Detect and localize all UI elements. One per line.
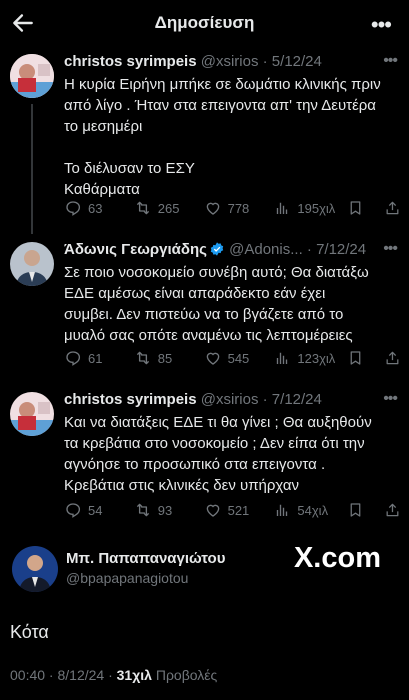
repost-count: 265 xyxy=(157,200,180,216)
repost-icon xyxy=(136,503,149,517)
views-count: 195χιλ xyxy=(297,200,336,216)
repost-button[interactable]: 85 xyxy=(134,349,204,367)
reply-icon xyxy=(66,351,81,366)
like-count: 521 xyxy=(227,502,250,518)
author-handle[interactable]: @Adonis... xyxy=(229,241,303,258)
reply-button[interactable]: 54 xyxy=(64,501,134,519)
more-options-icon[interactable]: ••• xyxy=(371,12,392,38)
views-chart-icon xyxy=(277,352,288,364)
repost-count: 93 xyxy=(157,502,173,518)
views-count: 31χιλ xyxy=(116,667,152,683)
tweet-text-line: συμβει. Δεν πιστεύω να το βγάζετε από το xyxy=(64,306,344,323)
tweet-text-line: Το διέλυσαν το ΕΣΥ xyxy=(64,160,195,177)
heart-icon xyxy=(206,202,219,215)
post-time[interactable]: 00:40 · 8/12/24 · xyxy=(10,667,117,683)
tweet-1[interactable]: christos syrimpeis @xsirios · 5/12/24 ••… xyxy=(0,46,409,234)
heart-icon xyxy=(206,352,219,365)
more-options-icon[interactable]: ••• xyxy=(383,240,398,258)
post-date[interactable]: · 7/12/24 xyxy=(307,241,366,258)
author-name[interactable]: christos syrimpeis xyxy=(64,391,197,408)
more-options-icon[interactable]: ••• xyxy=(383,52,398,70)
bookmark-icon[interactable] xyxy=(347,199,364,217)
thread-line xyxy=(31,104,33,234)
tweet-text-line: τα κρεβάτια στο νοσοκομείο ; Δεν είπα ότ… xyxy=(64,435,365,452)
reply-count: 63 xyxy=(88,200,103,216)
tweet-text-line: ΕΔΕ αμέσως είναι απαράδεκτο εάν έχει xyxy=(64,285,326,302)
tweet-text: Και να διατάξεις ΕΔΕ τι θα γίνει ; Θα αυ… xyxy=(64,412,397,496)
repost-icon xyxy=(136,351,149,365)
tweet-text-line: Η κυρία Ειρήνη μπήκε σε δωμάτιο κλινικής… xyxy=(64,76,381,93)
author-name[interactable]: Άδωνις Γεωργιάδης xyxy=(64,241,207,258)
views-count: 54χιλ xyxy=(297,502,329,518)
avatar[interactable] xyxy=(10,392,54,436)
tweet-2[interactable]: Άδωνις Γεωργιάδης @Adonis... · 7/12/24 •… xyxy=(0,226,409,386)
author-name[interactable]: christos syrimpeis xyxy=(64,53,197,70)
tweet-text-line: Και να διατάξεις ΕΔΕ τι θα γίνει ; Θα αυ… xyxy=(64,414,372,431)
action-bar: 61 85 545 123χιλ xyxy=(64,348,401,368)
tweet-text-line: Καθάρματα xyxy=(64,181,140,198)
author-handle[interactable]: @xsirios xyxy=(201,53,259,70)
share-icon[interactable] xyxy=(384,501,401,519)
action-bar: 63 265 778 195χιλ xyxy=(64,198,401,218)
avatar[interactable] xyxy=(12,546,58,592)
reply-button[interactable]: 61 xyxy=(64,349,134,367)
reply-button[interactable]: 63 xyxy=(64,199,134,217)
more-options-icon[interactable]: ••• xyxy=(383,390,398,408)
avatar[interactable] xyxy=(10,242,54,286)
views-count: 123χιλ xyxy=(297,350,336,366)
author-name[interactable]: Μπ. Παπαπαναγιώτου xyxy=(66,550,225,567)
tweet-text-line: μυαλό σας οπότε αναμένω τις λεπτομέρειες xyxy=(64,327,353,344)
views-button[interactable]: 123χιλ xyxy=(273,349,345,367)
author-handle[interactable]: @xsirios xyxy=(201,391,259,408)
reply-icon xyxy=(66,503,81,518)
like-count: 778 xyxy=(227,200,250,216)
tweet-text-line: Σε ποιο νοσοκομείο συνέβη αυτό; Θα διατά… xyxy=(64,264,369,281)
repost-count: 85 xyxy=(157,350,173,366)
post-text: Κότα xyxy=(10,622,49,642)
post-metadata: 00:40 · 8/12/24 · 31χιλ Προβολές xyxy=(10,667,217,683)
reply-icon xyxy=(66,201,81,216)
views-button[interactable]: 54χιλ xyxy=(273,501,345,519)
like-button[interactable]: 778 xyxy=(204,199,274,217)
tweet-text-line: το μεσημέρι xyxy=(64,118,143,135)
tweet-text-line: Κρεβάτια στις κλινικές δεν υπήρχαν xyxy=(64,477,300,494)
post-date[interactable]: · 7/12/24 xyxy=(263,391,322,408)
like-button[interactable]: 521 xyxy=(204,501,274,519)
post-date[interactable]: · 5/12/24 xyxy=(263,53,322,70)
bookmark-icon[interactable] xyxy=(347,501,364,519)
tweet-text: Σε ποιο νοσοκομείο συνέβη αυτό; Θα διατά… xyxy=(64,262,397,346)
avatar[interactable] xyxy=(10,54,54,98)
action-bar: 54 93 521 54χιλ xyxy=(64,500,401,520)
tweet-text: Η κυρία Ειρήνη μπήκε σε δωμάτιο κλινικής… xyxy=(64,74,397,200)
views-chart-icon xyxy=(277,202,288,214)
like-count: 545 xyxy=(227,350,250,366)
top-bar: Δημοσίευση ••• xyxy=(0,0,409,46)
views-label: Προβολές xyxy=(151,667,218,683)
repost-icon xyxy=(136,201,149,215)
watermark-text: X.com xyxy=(293,542,381,574)
tweet-text-line: αγνόησε το προσωπικό στα επειγοντα . xyxy=(64,456,326,473)
heart-icon xyxy=(206,504,219,517)
author-handle[interactable]: @bpapapanagiotou xyxy=(66,570,188,586)
reply-count: 61 xyxy=(88,350,103,366)
views-button[interactable]: 195χιλ xyxy=(273,199,345,217)
share-icon[interactable] xyxy=(384,199,401,217)
tweet-text-line: από λίγο . Ήταν στα επειγοντα απ' την Δε… xyxy=(64,97,376,114)
tweet-3[interactable]: christos syrimpeis @xsirios · 7/12/24 ••… xyxy=(0,380,409,530)
share-icon[interactable] xyxy=(384,349,401,367)
views-chart-icon xyxy=(277,504,288,516)
reply-count: 54 xyxy=(88,502,103,518)
page-title: Δημοσίευση xyxy=(154,13,255,32)
verified-badge-icon xyxy=(210,242,224,256)
repost-button[interactable]: 93 xyxy=(134,501,204,519)
like-button[interactable]: 545 xyxy=(204,349,274,367)
repost-button[interactable]: 265 xyxy=(134,199,204,217)
tweet-text-line xyxy=(64,137,397,158)
bookmark-icon[interactable] xyxy=(347,349,364,367)
